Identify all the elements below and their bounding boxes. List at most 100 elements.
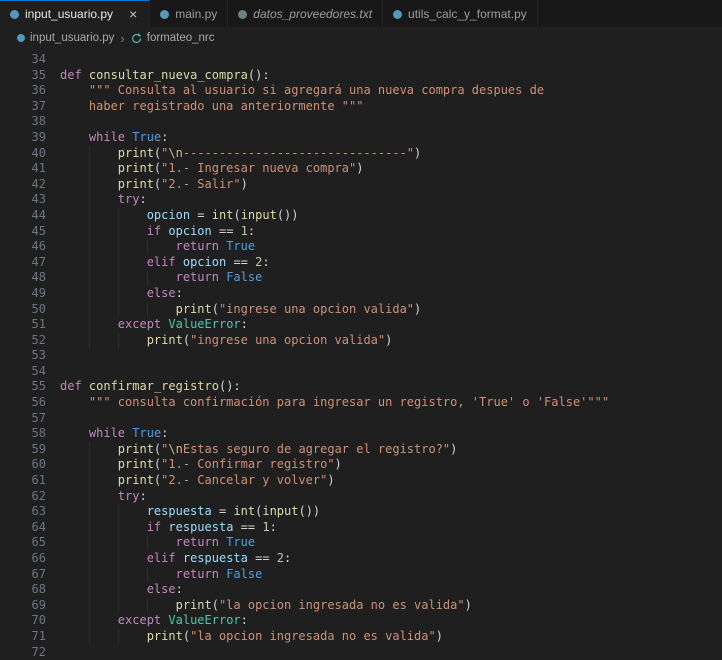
indent-guide bbox=[147, 535, 148, 551]
editor-tab[interactable]: main.py bbox=[150, 0, 228, 27]
code-line-text: print("2.- Salir") bbox=[60, 177, 722, 193]
code-line[interactable]: 41 print("1.- Ingresar nueva compra") bbox=[0, 161, 722, 177]
line-number: 60 bbox=[0, 457, 46, 473]
symbol-function-icon bbox=[131, 33, 142, 44]
indent-guide bbox=[118, 582, 119, 598]
indent-guide bbox=[118, 567, 119, 583]
code-line[interactable]: 71 print("la opcion ingresada no es vali… bbox=[0, 629, 722, 645]
code-line[interactable]: 67 return False bbox=[0, 567, 722, 583]
code-line-text: respuesta = int(input()) bbox=[60, 504, 722, 520]
code-line[interactable]: 42 print("2.- Salir") bbox=[0, 177, 722, 193]
indent-guide bbox=[118, 208, 119, 224]
code-line[interactable]: 58 while True: bbox=[0, 426, 722, 442]
code-line-text: haber registrado una anteriormente """ bbox=[60, 99, 722, 115]
line-number: 34 bbox=[0, 52, 46, 68]
indent-guide bbox=[118, 333, 119, 349]
breadcrumb-symbol[interactable]: formateo_nrc bbox=[147, 32, 215, 44]
editor-tab[interactable]: utils_calc_y_format.py bbox=[383, 0, 538, 27]
editor-tab[interactable]: input_usuario.py× bbox=[0, 0, 150, 27]
breadcrumb-file[interactable]: input_usuario.py bbox=[30, 32, 114, 44]
text-file-icon bbox=[238, 10, 247, 19]
indent-guide bbox=[118, 239, 119, 255]
code-line[interactable]: 53 bbox=[0, 348, 722, 364]
code-line-text: if opcion == 1: bbox=[60, 224, 722, 240]
indent-guide bbox=[118, 598, 119, 614]
code-line[interactable]: 43 try: bbox=[0, 192, 722, 208]
indent-guide bbox=[89, 333, 90, 349]
line-number: 70 bbox=[0, 613, 46, 629]
close-icon[interactable]: × bbox=[127, 7, 139, 21]
code-line[interactable]: 38 bbox=[0, 114, 722, 130]
code-line[interactable]: 63 respuesta = int(input()) bbox=[0, 504, 722, 520]
editor-tab[interactable]: datos_proveedores.txt bbox=[228, 0, 383, 27]
code-line[interactable]: 52 print("ingrese una opcion valida") bbox=[0, 333, 722, 349]
code-line[interactable]: 54 bbox=[0, 364, 722, 380]
line-number: 49 bbox=[0, 286, 46, 302]
code-line[interactable]: 64 if respuesta == 1: bbox=[0, 520, 722, 536]
indent-guide bbox=[118, 224, 119, 240]
code-line[interactable]: 56 """ consulta confirmación para ingres… bbox=[0, 395, 722, 411]
line-number: 53 bbox=[0, 348, 46, 364]
code-line-text: return True bbox=[60, 239, 722, 255]
line-number: 56 bbox=[0, 395, 46, 411]
line-number: 59 bbox=[0, 442, 46, 458]
code-editor[interactable]: 3435 def consultar_nueva_compra():36 """ … bbox=[0, 49, 722, 660]
code-line[interactable]: 68 else: bbox=[0, 582, 722, 598]
code-line-text: def consultar_nueva_compra(): bbox=[60, 68, 722, 84]
code-line[interactable]: 61 print("2.- Cancelar y volver") bbox=[0, 473, 722, 489]
code-line[interactable]: 49 else: bbox=[0, 286, 722, 302]
code-line[interactable]: 36 """ Consulta al usuario si agregará u… bbox=[0, 83, 722, 99]
code-line[interactable]: 45 if opcion == 1: bbox=[0, 224, 722, 240]
code-line[interactable]: 35 def consultar_nueva_compra(): bbox=[0, 68, 722, 84]
code-line[interactable]: 39 while True: bbox=[0, 130, 722, 146]
line-number: 50 bbox=[0, 302, 46, 318]
code-line[interactable]: 50 print("ingrese una opcion valida") bbox=[0, 302, 722, 318]
code-line-text: opcion = int(input()) bbox=[60, 208, 722, 224]
code-line[interactable]: 66 elif respuesta == 2: bbox=[0, 551, 722, 567]
code-line[interactable]: 72 bbox=[0, 645, 722, 660]
line-number: 45 bbox=[0, 224, 46, 240]
line-number: 35 bbox=[0, 68, 46, 84]
indent-guide bbox=[89, 255, 90, 271]
code-line[interactable]: 65 return True bbox=[0, 535, 722, 551]
code-line[interactable]: 59 print("\nEstas seguro de agregar el r… bbox=[0, 442, 722, 458]
code-line[interactable]: 44 opcion = int(input()) bbox=[0, 208, 722, 224]
indent-guide bbox=[147, 239, 148, 255]
code-line-text: return False bbox=[60, 270, 722, 286]
python-file-icon bbox=[17, 34, 25, 42]
indent-guide bbox=[89, 520, 90, 536]
line-number: 67 bbox=[0, 567, 46, 583]
code-line[interactable]: 47 elif opcion == 2: bbox=[0, 255, 722, 271]
code-line-text: while True: bbox=[60, 130, 722, 146]
code-line[interactable]: 46 return True bbox=[0, 239, 722, 255]
code-line[interactable]: 48 return False bbox=[0, 270, 722, 286]
line-number: 37 bbox=[0, 99, 46, 115]
line-number: 62 bbox=[0, 489, 46, 505]
code-line[interactable]: 37 haber registrado una anteriormente ""… bbox=[0, 99, 722, 115]
code-line[interactable]: 60 print("1.- Confirmar registro") bbox=[0, 457, 722, 473]
code-line-text: try: bbox=[60, 192, 722, 208]
code-line-text: print("\n-------------------------------… bbox=[60, 146, 722, 162]
code-line-text: def confirmar_registro(): bbox=[60, 379, 722, 395]
code-line-text: else: bbox=[60, 286, 722, 302]
indent-guide bbox=[147, 598, 148, 614]
code-line[interactable]: 55def confirmar_registro(): bbox=[0, 379, 722, 395]
code-line[interactable]: 51 except ValueError: bbox=[0, 317, 722, 333]
indent-guide bbox=[89, 317, 90, 333]
code-line[interactable]: 40 print("\n----------------------------… bbox=[0, 146, 722, 162]
indent-guide bbox=[89, 442, 90, 458]
code-line[interactable]: 62 try: bbox=[0, 489, 722, 505]
code-line-text: elif opcion == 2: bbox=[60, 255, 722, 271]
code-line-text: except ValueError: bbox=[60, 613, 722, 629]
code-line[interactable]: 34 bbox=[0, 52, 722, 68]
code-line-text bbox=[60, 645, 722, 660]
code-line[interactable]: 70 except ValueError: bbox=[0, 613, 722, 629]
code-line[interactable]: 57 bbox=[0, 411, 722, 427]
code-line[interactable]: 69 print("la opcion ingresada no es vali… bbox=[0, 598, 722, 614]
chevron-right-icon: › bbox=[120, 32, 124, 45]
line-number: 69 bbox=[0, 598, 46, 614]
python-file-icon bbox=[160, 10, 169, 19]
indent-guide bbox=[89, 208, 90, 224]
indent-guide bbox=[89, 270, 90, 286]
line-number: 44 bbox=[0, 208, 46, 224]
